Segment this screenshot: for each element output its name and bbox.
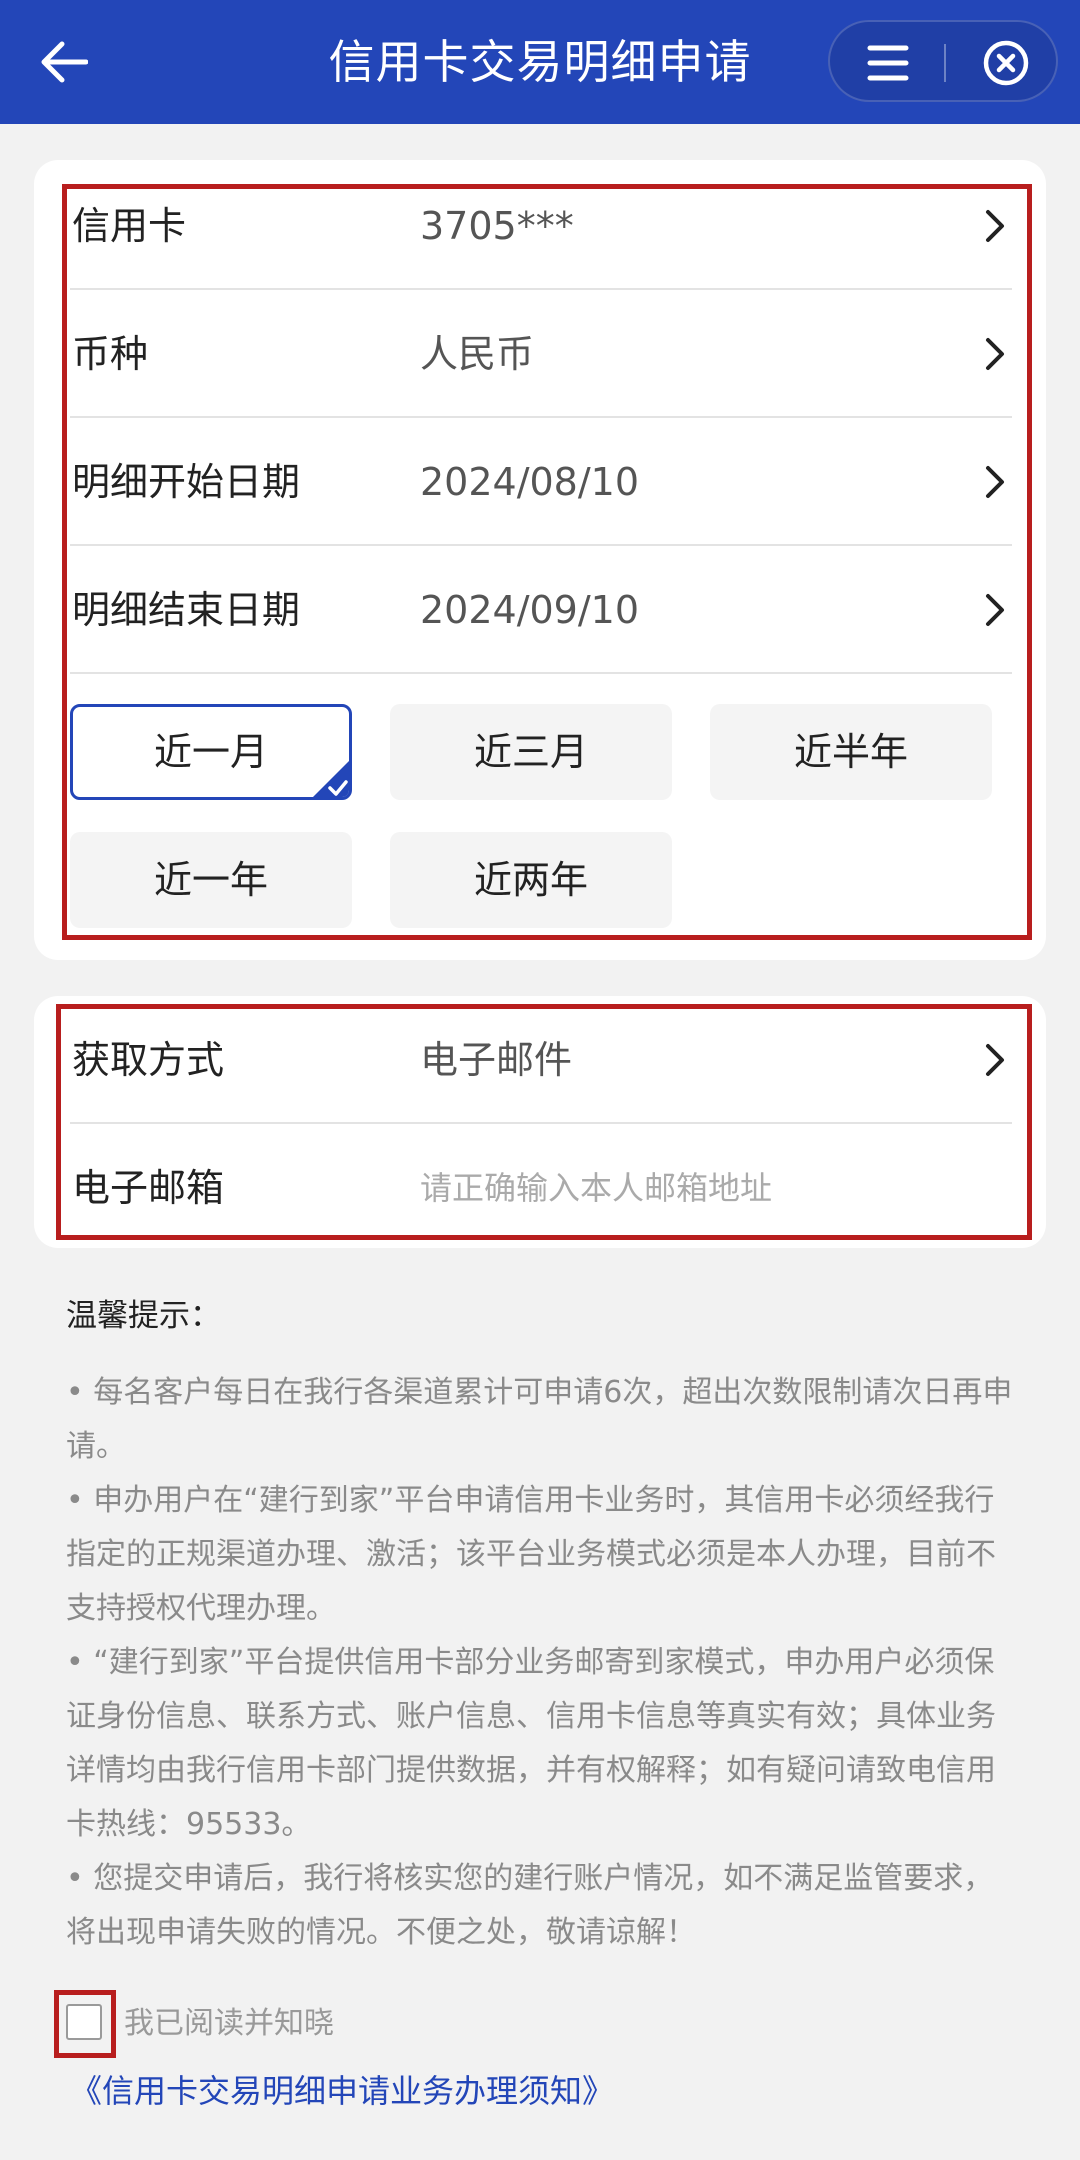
- tip-item: • 申办用户在“建行到家”平台申请信用卡业务时，其信用卡必须经我行指定的正规渠道…: [66, 1483, 996, 1626]
- highlight-box-details: [62, 184, 1032, 940]
- tip-item: • “建行到家”平台提供信用卡部分业务邮寄到家模式，申办用户必须保证身份信息、联…: [66, 1645, 996, 1842]
- menu-button[interactable]: [860, 36, 916, 90]
- agree-checkbox[interactable]: [66, 2004, 102, 2040]
- app-header: 信用卡交易明细申请: [0, 0, 1080, 124]
- close-button[interactable]: [978, 36, 1034, 90]
- capsule-divider: [944, 44, 946, 82]
- agree-label: 我已阅读并知晓: [124, 2006, 334, 2041]
- menu-icon: [867, 45, 909, 81]
- tip-item: • 您提交申请后，我行将核实您的建行账户情况，如不满足监管要求，将出现申请失败的…: [66, 1861, 994, 1950]
- mini-program-capsule: [828, 20, 1058, 102]
- notice-link[interactable]: 《信用卡交易明细申请业务办理须知》: [70, 2066, 614, 2112]
- tip-item: • 每名客户每日在我行各渠道累计可申请6次，超出次数限制请次日再申请。: [66, 1375, 1013, 1464]
- tips-title: 温馨提示：: [66, 1298, 221, 1334]
- close-circle-icon: [983, 40, 1029, 86]
- tips-list: • 每名客户每日在我行各渠道累计可申请6次，超出次数限制请次日再申请。 • 申办…: [66, 1366, 1016, 1960]
- highlight-box-delivery: [56, 1004, 1032, 1240]
